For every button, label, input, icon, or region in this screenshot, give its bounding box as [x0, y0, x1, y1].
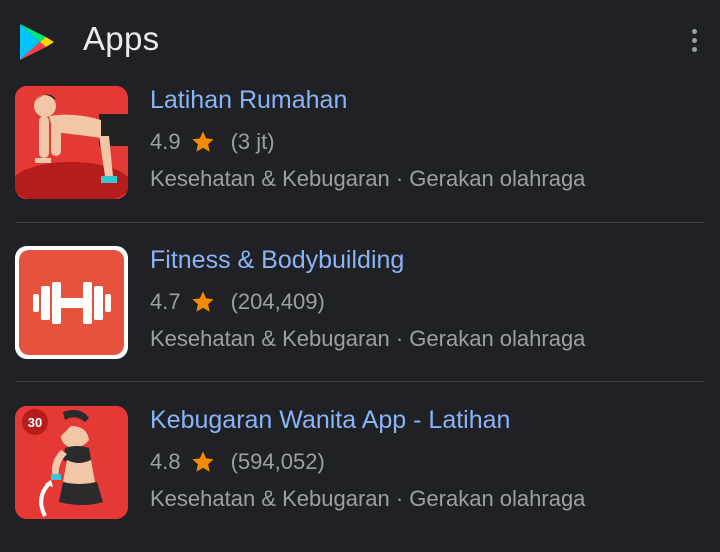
pushup-man-icon	[15, 86, 128, 199]
review-count: (594,052)	[230, 449, 325, 474]
rating-value: 4.7	[150, 289, 181, 314]
star-icon	[191, 131, 214, 152]
review-count: (204,409)	[230, 289, 325, 314]
divider	[15, 381, 705, 382]
more-vertical-icon[interactable]	[680, 24, 708, 56]
app-list-item[interactable]: Fitness & Bodybuilding 4.7 (204,409) Kes…	[0, 242, 720, 392]
star-icon	[191, 291, 214, 312]
woman-fitness-icon: 30	[15, 406, 128, 519]
icon-badge-text: 30	[28, 415, 42, 430]
page-title: Apps	[83, 20, 160, 57]
app-name[interactable]: Kebugaran Wanita App - Latihan	[150, 406, 510, 435]
section-header: Apps	[0, 0, 720, 82]
google-play-icon	[20, 24, 54, 60]
app-category: Kesehatan & Kebugaran · Gerakan olahraga	[150, 486, 586, 511]
dumbbell-icon	[15, 246, 128, 359]
app-list-item[interactable]: Latihan Rumahan 4.9 (3 jt) Kesehatan & K…	[0, 82, 720, 232]
review-count: (3 jt)	[230, 129, 275, 154]
rating-value: 4.9	[150, 129, 181, 154]
app-rating: 4.7 (204,409)	[150, 287, 325, 317]
divider	[15, 222, 705, 223]
app-rating: 4.8 (594,052)	[150, 447, 325, 477]
app-name[interactable]: Latihan Rumahan	[150, 86, 347, 115]
app-list-item[interactable]: 30 Kebugaran Wanita App - Latihan 4.8 (5…	[0, 402, 720, 552]
app-category: Kesehatan & Kebugaran · Gerakan olahraga	[150, 166, 586, 191]
app-rating: 4.9 (3 jt)	[150, 127, 275, 157]
app-name[interactable]: Fitness & Bodybuilding	[150, 246, 404, 275]
rating-value: 4.8	[150, 449, 181, 474]
star-icon	[191, 451, 214, 472]
app-category: Kesehatan & Kebugaran · Gerakan olahraga	[150, 326, 586, 351]
